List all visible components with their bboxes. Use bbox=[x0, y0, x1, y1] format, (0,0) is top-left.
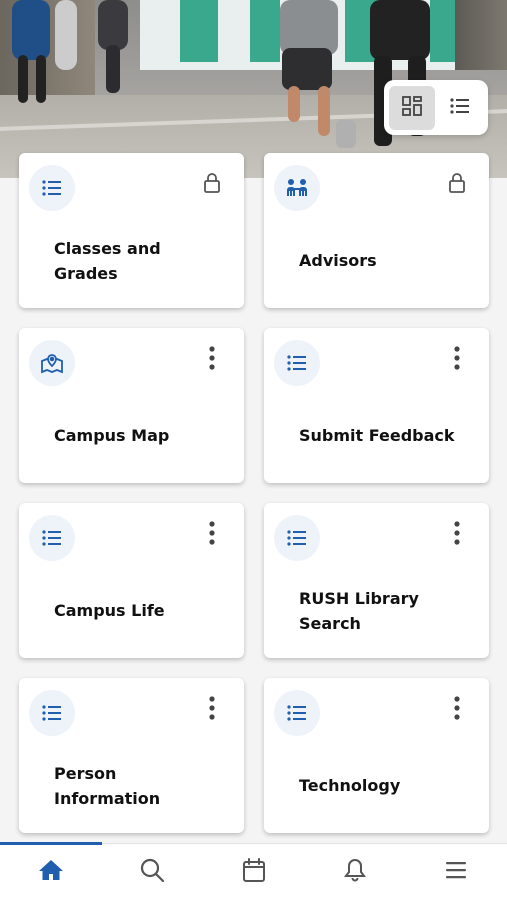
card-campus-map[interactable]: Campus Map bbox=[19, 328, 244, 483]
more-vertical-icon[interactable] bbox=[443, 694, 471, 722]
list-icon bbox=[29, 515, 75, 561]
lock-icon bbox=[198, 169, 226, 197]
nav-menu[interactable] bbox=[406, 844, 507, 900]
map-pin-icon bbox=[29, 340, 75, 386]
card-person-information[interactable]: Person Information bbox=[19, 678, 244, 833]
card-title: Person Information bbox=[54, 763, 161, 808]
more-vertical-icon[interactable] bbox=[198, 519, 226, 547]
more-vertical-icon[interactable] bbox=[443, 344, 471, 372]
card-title: RUSH Library Search bbox=[299, 588, 419, 633]
card-rush-library-search[interactable]: RUSH Library Search bbox=[264, 503, 489, 658]
card-grid: Classes and Grades Advisors Campus Map S… bbox=[19, 153, 489, 833]
bell-icon bbox=[343, 857, 367, 887]
search-icon bbox=[139, 857, 165, 887]
card-submit-feedback[interactable]: Submit Feedback bbox=[264, 328, 489, 483]
card-title: Classes and Grades bbox=[54, 238, 161, 283]
card-title: Submit Feedback bbox=[299, 426, 455, 445]
nav-notifications[interactable] bbox=[304, 844, 405, 900]
more-vertical-icon[interactable] bbox=[198, 694, 226, 722]
more-vertical-icon[interactable] bbox=[198, 344, 226, 372]
lock-icon bbox=[443, 169, 471, 197]
card-title: Technology bbox=[299, 776, 401, 795]
card-title: Campus Life bbox=[54, 601, 165, 620]
card-campus-life[interactable]: Campus Life bbox=[19, 503, 244, 658]
more-vertical-icon[interactable] bbox=[443, 519, 471, 547]
card-title: Campus Map bbox=[54, 426, 170, 445]
card-classes-and-grades[interactable]: Classes and Grades bbox=[19, 153, 244, 308]
card-title: Advisors bbox=[299, 251, 377, 270]
menu-icon bbox=[444, 859, 468, 885]
list-icon bbox=[29, 690, 75, 736]
nav-active-indicator bbox=[0, 842, 102, 845]
calendar-icon bbox=[242, 857, 266, 887]
nav-home[interactable] bbox=[0, 844, 101, 900]
view-toggle bbox=[384, 80, 488, 135]
list-icon bbox=[29, 165, 75, 211]
grid-view-button[interactable] bbox=[389, 85, 435, 130]
nav-calendar[interactable] bbox=[203, 844, 304, 900]
card-technology[interactable]: Technology bbox=[264, 678, 489, 833]
grid-view-icon bbox=[401, 95, 423, 121]
list-view-icon bbox=[449, 95, 471, 121]
list-view-button[interactable] bbox=[437, 86, 483, 130]
nav-search[interactable] bbox=[101, 844, 202, 900]
hero-pillar bbox=[455, 0, 507, 70]
list-icon bbox=[274, 515, 320, 561]
people-icon bbox=[274, 165, 320, 211]
list-icon bbox=[274, 690, 320, 736]
bottom-nav bbox=[0, 842, 507, 900]
card-advisors[interactable]: Advisors bbox=[264, 153, 489, 308]
home-icon bbox=[38, 858, 64, 886]
list-icon bbox=[274, 340, 320, 386]
